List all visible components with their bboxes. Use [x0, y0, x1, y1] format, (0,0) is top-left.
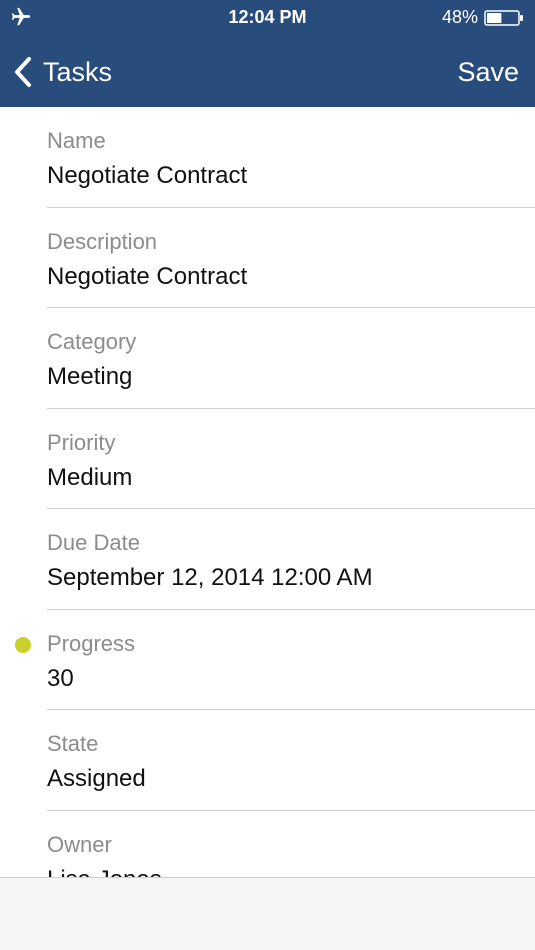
chevron-left-icon	[15, 57, 31, 87]
field-label: Due Date	[47, 530, 140, 555]
field-label: Description	[47, 228, 158, 254]
field-value: Assigned	[47, 765, 146, 792]
field-row-due-date[interactable]: Due Date September 12, 2014 12:00 AM	[47, 509, 535, 610]
field-row-description[interactable]: Description Negotiate Contract	[47, 208, 535, 308]
field-value: Lisa Jones	[47, 866, 162, 878]
field-value: Negotiate Contract	[47, 162, 248, 189]
field-label: Owner	[47, 831, 112, 857]
field-row-priority[interactable]: Priority Medium	[47, 409, 535, 509]
task-detail-form: Name Negotiate Contract Description Nego…	[0, 107, 535, 877]
save-button[interactable]: Save	[457, 54, 519, 90]
field-label: Priority	[47, 429, 116, 455]
field-value: Negotiate Contract	[47, 262, 248, 290]
field-value: September 12, 2014 12:00 AM	[47, 564, 373, 591]
back-label: Tasks	[43, 56, 113, 87]
field-row-owner[interactable]: Owner Lisa Jones	[47, 811, 535, 878]
status-bar: 12:04 PM 48%	[0, 0, 535, 36]
field-label: Progress	[47, 630, 136, 656]
field-value: 30	[47, 664, 74, 692]
field-label: State	[47, 731, 99, 756]
back-button[interactable]: Tasks	[12, 54, 112, 90]
battery-percentage: 48%	[441, 7, 478, 27]
header-bar: 12:04 PM 48% Tasks Save	[0, 0, 535, 107]
field-row-state[interactable]: State Assigned	[47, 710, 535, 811]
field-row-name[interactable]: Name Negotiate Contract	[47, 107, 535, 208]
field-value: Medium	[47, 463, 133, 491]
battery-icon	[484, 10, 523, 26]
navigation-bar: Tasks Save	[0, 44, 535, 100]
progress-indicator-dot	[15, 636, 31, 653]
field-row-progress[interactable]: Progress 30	[15, 610, 535, 710]
field-value: Meeting	[47, 363, 133, 390]
field-label: Name	[47, 128, 106, 153]
field-row-category[interactable]: Category Meeting	[47, 308, 535, 409]
bottom-toolbar	[0, 877, 535, 950]
field-label: Category	[47, 329, 137, 354]
